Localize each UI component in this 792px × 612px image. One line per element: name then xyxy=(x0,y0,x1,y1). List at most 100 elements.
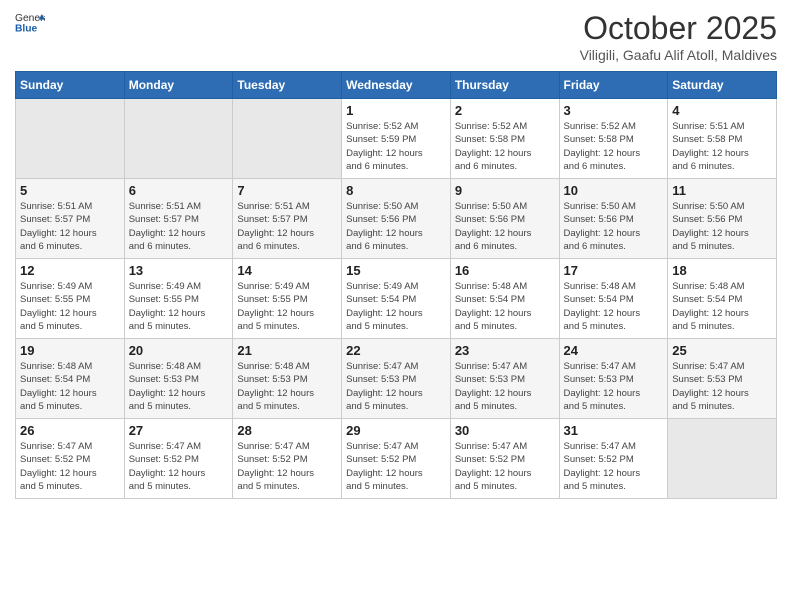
table-row: 24Sunrise: 5:47 AMSunset: 5:53 PMDayligh… xyxy=(559,339,668,419)
table-row: 6 Sunrise: 5:51 AMSunset: 5:57 PMDaylight… xyxy=(124,179,233,259)
table-row: 2 Sunrise: 5:52 AMSunset: 5:58 PMDaylight… xyxy=(450,99,559,179)
logo: General Blue xyxy=(15,10,45,34)
day-info: Sunrise: 5:48 AMSunset: 5:54 PMDaylight:… xyxy=(455,280,555,333)
day-number: 16 xyxy=(455,263,555,278)
table-row: 25 Sunrise: 5:47 AMSunset: 5:53 PMDayligh… xyxy=(668,339,777,419)
day-info: Sunrise: 5:52 AMSunset: 5:59 PMDaylight:… xyxy=(346,120,446,173)
table-row: 22 Sunrise: 5:47 AMSunset: 5:53 PMDayligh… xyxy=(342,339,451,419)
calendar-week-row: 5 Sunrise: 5:51 AMSunset: 5:57 PMDaylight… xyxy=(16,179,777,259)
table-row: 17Sunrise: 5:48 AMSunset: 5:54 PMDayligh… xyxy=(559,259,668,339)
day-number: 23 xyxy=(455,343,555,358)
day-info: Sunrise: 5:49 AMSunset: 5:55 PMDaylight:… xyxy=(20,280,120,333)
table-row: 30Sunrise: 5:47 AMSunset: 5:52 PMDayligh… xyxy=(450,419,559,499)
table-row: 21 Sunrise: 5:48 AMSunset: 5:53 PMDayligh… xyxy=(233,339,342,419)
day-number: 22 xyxy=(346,343,446,358)
table-row xyxy=(233,99,342,179)
day-info: Sunrise: 5:52 AMSunset: 5:58 PMDaylight:… xyxy=(455,120,555,173)
day-number: 27 xyxy=(129,423,229,438)
table-row: 31 Sunrise: 5:47 AMSunset: 5:52 PMDayligh… xyxy=(559,419,668,499)
day-number: 10 xyxy=(564,183,664,198)
day-info: Sunrise: 5:48 AMSunset: 5:53 PMDaylight:… xyxy=(129,360,229,413)
day-number: 4 xyxy=(672,103,772,118)
day-number: 15 xyxy=(346,263,446,278)
day-info: Sunrise: 5:52 AMSunset: 5:58 PMDaylight:… xyxy=(564,120,664,173)
day-number: 6 xyxy=(129,183,229,198)
calendar-page: General Blue October 2025 Viligili, Gaaf… xyxy=(0,0,792,612)
day-info: Sunrise: 5:47 AMSunset: 5:52 PMDaylight:… xyxy=(564,440,664,493)
table-row: 28 Sunrise: 5:47 AMSunset: 5:52 PMDayligh… xyxy=(233,419,342,499)
weekday-header-row: Sunday Monday Tuesday Wednesday Thursday… xyxy=(16,72,777,99)
table-row: 20 Sunrise: 5:48 AMSunset: 5:53 PMDayligh… xyxy=(124,339,233,419)
day-number: 26 xyxy=(20,423,120,438)
day-number: 29 xyxy=(346,423,446,438)
day-info: Sunrise: 5:47 AMSunset: 5:52 PMDaylight:… xyxy=(237,440,337,493)
calendar-week-row: 19 Sunrise: 5:48 AMSunset: 5:54 PMDayligh… xyxy=(16,339,777,419)
calendar-week-row: 12Sunrise: 5:49 AMSunset: 5:55 PMDayligh… xyxy=(16,259,777,339)
header-saturday: Saturday xyxy=(668,72,777,99)
table-row: 1 Sunrise: 5:52 AMSunset: 5:59 PMDaylight… xyxy=(342,99,451,179)
day-number: 13 xyxy=(129,263,229,278)
day-number: 3 xyxy=(564,103,664,118)
table-row: 26 Sunrise: 5:47 AMSunset: 5:52 PMDayligh… xyxy=(16,419,125,499)
day-info: Sunrise: 5:49 AMSunset: 5:55 PMDaylight:… xyxy=(129,280,229,333)
table-row: 18Sunrise: 5:48 AMSunset: 5:54 PMDayligh… xyxy=(668,259,777,339)
table-row: 7Sunrise: 5:51 AMSunset: 5:57 PMDaylight… xyxy=(233,179,342,259)
day-info: Sunrise: 5:47 AMSunset: 5:53 PMDaylight:… xyxy=(672,360,772,413)
table-row: 23 Sunrise: 5:47 AMSunset: 5:53 PMDayligh… xyxy=(450,339,559,419)
day-info: Sunrise: 5:48 AMSunset: 5:54 PMDaylight:… xyxy=(564,280,664,333)
day-number: 20 xyxy=(129,343,229,358)
day-info: Sunrise: 5:50 AMSunset: 5:56 PMDaylight:… xyxy=(672,200,772,253)
day-info: Sunrise: 5:47 AMSunset: 5:53 PMDaylight:… xyxy=(346,360,446,413)
calendar-week-row: 26 Sunrise: 5:47 AMSunset: 5:52 PMDayligh… xyxy=(16,419,777,499)
day-info: Sunrise: 5:49 AMSunset: 5:55 PMDaylight:… xyxy=(237,280,337,333)
day-number: 5 xyxy=(20,183,120,198)
table-row: 11 Sunrise: 5:50 AMSunset: 5:56 PMDayligh… xyxy=(668,179,777,259)
header-friday: Friday xyxy=(559,72,668,99)
table-row: 14 Sunrise: 5:49 AMSunset: 5:55 PMDayligh… xyxy=(233,259,342,339)
table-row: 3 Sunrise: 5:52 AMSunset: 5:58 PMDaylight… xyxy=(559,99,668,179)
day-number: 11 xyxy=(672,183,772,198)
header-thursday: Thursday xyxy=(450,72,559,99)
table-row: 27 Sunrise: 5:47 AMSunset: 5:52 PMDayligh… xyxy=(124,419,233,499)
table-row: 19 Sunrise: 5:48 AMSunset: 5:54 PMDayligh… xyxy=(16,339,125,419)
title-area: October 2025 Viligili, Gaafu Alif Atoll,… xyxy=(580,10,777,63)
day-number: 21 xyxy=(237,343,337,358)
day-number: 1 xyxy=(346,103,446,118)
day-info: Sunrise: 5:47 AMSunset: 5:52 PMDaylight:… xyxy=(20,440,120,493)
table-row: 13 Sunrise: 5:49 AMSunset: 5:55 PMDayligh… xyxy=(124,259,233,339)
table-row: 5 Sunrise: 5:51 AMSunset: 5:57 PMDaylight… xyxy=(16,179,125,259)
table-row: 9Sunrise: 5:50 AMSunset: 5:56 PMDaylight… xyxy=(450,179,559,259)
day-info: Sunrise: 5:48 AMSunset: 5:54 PMDaylight:… xyxy=(20,360,120,413)
logo-icon: General Blue xyxy=(15,10,45,34)
table-row: 4Sunrise: 5:51 AMSunset: 5:58 PMDaylight… xyxy=(668,99,777,179)
day-number: 8 xyxy=(346,183,446,198)
day-info: Sunrise: 5:48 AMSunset: 5:53 PMDaylight:… xyxy=(237,360,337,413)
table-row: 29 Sunrise: 5:47 AMSunset: 5:52 PMDayligh… xyxy=(342,419,451,499)
table-row: 16 Sunrise: 5:48 AMSunset: 5:54 PMDayligh… xyxy=(450,259,559,339)
table-row: 15Sunrise: 5:49 AMSunset: 5:54 PMDayligh… xyxy=(342,259,451,339)
day-number: 31 xyxy=(564,423,664,438)
day-number: 2 xyxy=(455,103,555,118)
svg-text:Blue: Blue xyxy=(15,23,38,34)
day-number: 7 xyxy=(237,183,337,198)
day-number: 9 xyxy=(455,183,555,198)
day-number: 19 xyxy=(20,343,120,358)
day-number: 24 xyxy=(564,343,664,358)
table-row: 10Sunrise: 5:50 AMSunset: 5:56 PMDayligh… xyxy=(559,179,668,259)
day-info: Sunrise: 5:51 AMSunset: 5:57 PMDaylight:… xyxy=(129,200,229,253)
day-info: Sunrise: 5:48 AMSunset: 5:54 PMDaylight:… xyxy=(672,280,772,333)
calendar-table: Sunday Monday Tuesday Wednesday Thursday… xyxy=(15,71,777,499)
day-number: 14 xyxy=(237,263,337,278)
table-row: 8Sunrise: 5:50 AMSunset: 5:56 PMDaylight… xyxy=(342,179,451,259)
day-info: Sunrise: 5:51 AMSunset: 5:57 PMDaylight:… xyxy=(20,200,120,253)
header-sunday: Sunday xyxy=(16,72,125,99)
day-info: Sunrise: 5:47 AMSunset: 5:52 PMDaylight:… xyxy=(346,440,446,493)
header-monday: Monday xyxy=(124,72,233,99)
header-wednesday: Wednesday xyxy=(342,72,451,99)
day-number: 28 xyxy=(237,423,337,438)
day-info: Sunrise: 5:47 AMSunset: 5:52 PMDaylight:… xyxy=(129,440,229,493)
calendar-title: October 2025 xyxy=(580,10,777,47)
day-info: Sunrise: 5:47 AMSunset: 5:53 PMDaylight:… xyxy=(455,360,555,413)
table-row xyxy=(124,99,233,179)
day-number: 25 xyxy=(672,343,772,358)
